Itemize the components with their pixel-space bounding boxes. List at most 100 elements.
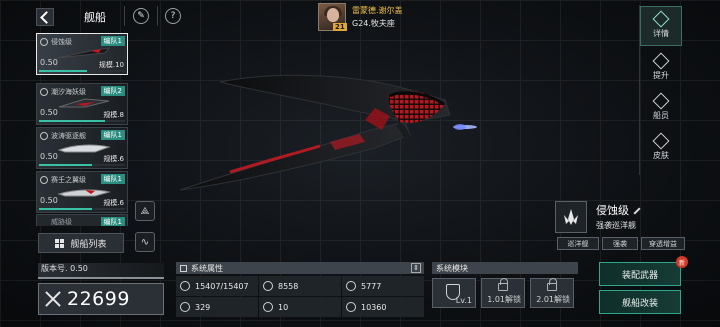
- ship-class-name: 侵蚀级: [596, 202, 641, 218]
- tab-label: 皮肤: [653, 151, 669, 160]
- rocket-icon[interactable]: ✎: [133, 8, 149, 24]
- attr-value: 10360: [361, 302, 387, 312]
- ship-list-label: 舰船列表: [70, 239, 107, 250]
- lock-icon: [547, 278, 557, 291]
- system-attributes-panel: 系统属性 ⇕ 15407/15407 8558 5777 329 10 1036…: [176, 262, 424, 317]
- attr-value: 15407/15407: [195, 281, 249, 291]
- tab-crew[interactable]: 船员: [640, 88, 682, 128]
- tab-details[interactable]: 详情: [640, 6, 682, 46]
- ship-progress-bar: [39, 120, 105, 122]
- header-divider: [157, 6, 158, 26]
- ship-level: 0.50: [40, 58, 58, 67]
- ship-class-icon: [40, 132, 48, 140]
- module-slot[interactable]: Lv.1: [432, 278, 476, 308]
- ship-progress-bar: [39, 70, 88, 72]
- attr-speed: 329: [176, 297, 258, 317]
- ship-level: 0.50: [40, 196, 58, 205]
- edit-icon[interactable]: [633, 207, 641, 215]
- attr-value: 8558: [278, 281, 299, 291]
- ship-class-emblem: [555, 201, 587, 233]
- hull-icon: [180, 281, 190, 291]
- ship-progress-bar: [39, 208, 92, 210]
- ship-thumbnail: [56, 47, 111, 59]
- system-modules-header: 系统模块: [432, 262, 578, 274]
- ship-thumbnail: [57, 189, 111, 197]
- help-icon[interactable]: ?: [165, 8, 181, 24]
- new-badge: 新: [676, 256, 688, 268]
- page-title: 舰船: [84, 11, 106, 24]
- attr-attack: 8558: [259, 276, 341, 296]
- tab-label: 提升: [653, 71, 669, 80]
- crossed-swords-icon: [43, 289, 63, 309]
- ship-class-text: 侵蚀级: [596, 204, 629, 217]
- ship-name: 威胁级: [51, 218, 72, 226]
- fleet-badge: 编队1: [100, 130, 125, 140]
- ship-thumbnail: [58, 98, 110, 108]
- fleet-badge: 编队2: [100, 86, 125, 96]
- defense-icon: [346, 281, 356, 291]
- ship-model: [179, 74, 477, 191]
- crew-icon: [652, 92, 670, 110]
- ship-class-icon: [40, 88, 48, 96]
- waveform-icon[interactable]: ∿: [135, 232, 155, 252]
- attack-icon: [263, 281, 273, 291]
- ship-card[interactable]: 潮汐海妖级 编队2 0.50 规模.8: [36, 83, 128, 125]
- ship-scale: 规模.6: [103, 199, 124, 207]
- ship-level: 0.50: [40, 108, 58, 117]
- ship-thumbnail: [57, 144, 111, 153]
- equip-weapon-button[interactable]: 装配武器: [599, 262, 681, 286]
- player-level: 21: [333, 23, 347, 31]
- system-attributes-title: 系统属性: [191, 263, 223, 273]
- grid-icon: [55, 238, 65, 248]
- ship-scale: 规模.6: [103, 155, 124, 163]
- ship-tag: 强袭: [602, 237, 638, 250]
- ship-class-icon: [40, 176, 48, 184]
- attr-value: 10: [278, 302, 289, 312]
- section-icon: [180, 264, 187, 272]
- player-location: G24.牧夫座: [352, 19, 395, 28]
- attr-value: 329: [195, 302, 211, 312]
- system-attributes-header: 系统属性 ⇕: [176, 262, 424, 274]
- module-slot-locked[interactable]: 1.01解锁: [481, 278, 525, 308]
- supply-icon: [263, 302, 273, 312]
- ship-card[interactable]: 波涛驱逐舰 编队1 0.50 规模.6: [36, 127, 128, 169]
- fleet-badge: 编队1: [100, 217, 125, 226]
- ship-card[interactable]: 赛壬之翼级 编队1 0.50 规模.6: [36, 171, 128, 213]
- skin-icon: [652, 132, 670, 150]
- attr-value: 5777: [361, 281, 382, 291]
- ship-progress-bar: [39, 164, 92, 166]
- attr-supply: 10: [259, 297, 341, 317]
- version-bar: [38, 277, 164, 279]
- fleet-filter-icon[interactable]: ⟁: [135, 201, 155, 221]
- ship-tag: 穿透增益: [641, 237, 685, 250]
- fleet-badge: 编队1: [100, 174, 125, 184]
- ship-class-icon: [40, 38, 48, 46]
- system-modules-panel: 系统模块 Lv.1 1.01解锁 2.01解锁: [432, 262, 578, 316]
- fleet-badge: 编队1: [100, 36, 125, 46]
- modify-ship-button[interactable]: 舰船改装: [599, 290, 681, 314]
- tab-upgrade[interactable]: 提升: [640, 48, 682, 88]
- avatar-face: [327, 8, 339, 22]
- tab-label: 船员: [653, 111, 669, 120]
- back-button[interactable]: [36, 8, 54, 26]
- combat-power-value: 22699: [67, 288, 130, 310]
- ship-type: 强袭巡洋舰: [596, 221, 636, 230]
- ship-card[interactable]: 侵蚀级 编队1 0.50 规模.10: [36, 33, 128, 75]
- ship-tag: 巡洋舰: [557, 237, 599, 250]
- upgrade-icon: [652, 52, 670, 70]
- ship-card-partial[interactable]: 威胁级 编队1: [36, 214, 128, 226]
- module-slot-locked[interactable]: 2.01解锁: [530, 278, 574, 308]
- details-icon: [652, 10, 670, 28]
- header-divider: [124, 6, 125, 26]
- module-unlock-text: 1.01解锁: [487, 295, 521, 304]
- speed-icon: [180, 302, 190, 312]
- version-label: 版本号. 0.50: [38, 263, 164, 277]
- ship-scale: 规模.8: [103, 111, 124, 119]
- tab-skin[interactable]: 皮肤: [640, 128, 682, 168]
- expand-toggle-icon[interactable]: ⇕: [411, 263, 421, 273]
- ship-level: 0.50: [40, 152, 58, 161]
- attr-defense: 5777: [342, 276, 424, 296]
- player-name: 雷蒙德.谢尔盖: [352, 6, 403, 15]
- ship-scale: 规模.10: [98, 61, 124, 69]
- ship-list-button[interactable]: 舰船列表: [38, 233, 124, 253]
